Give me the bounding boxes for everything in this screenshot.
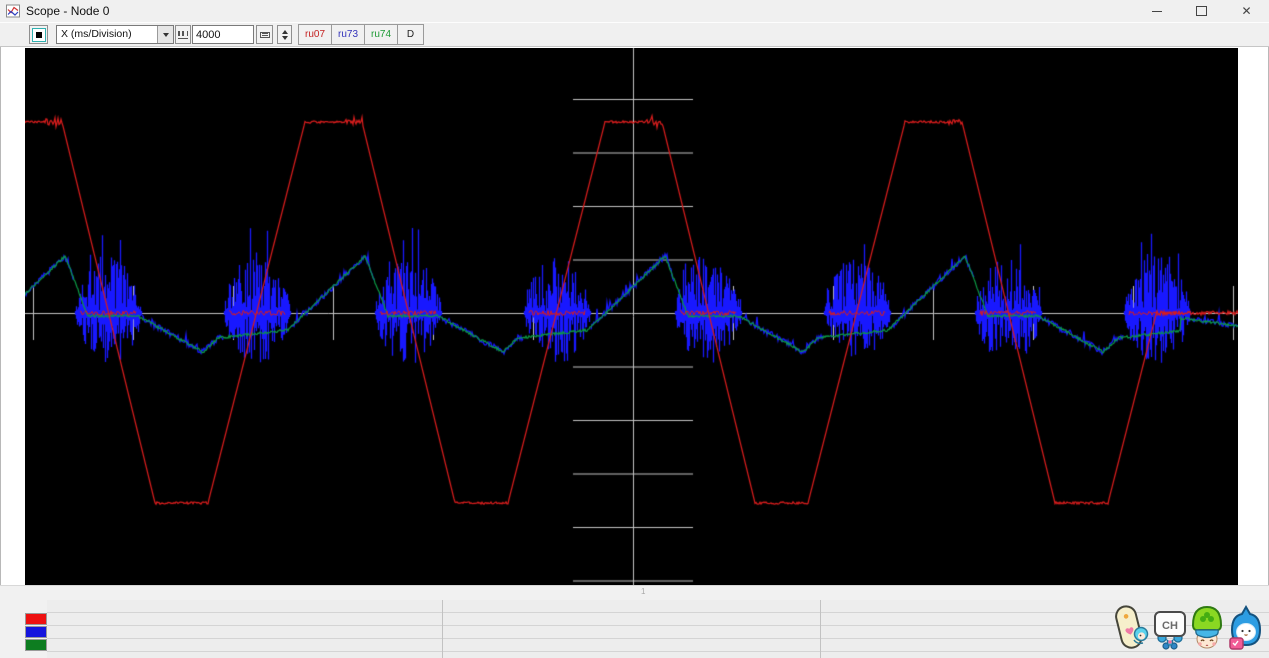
dropdown-arrow-button[interactable] <box>157 26 173 43</box>
sweep-tick-label: 1 <box>641 587 645 596</box>
minimize-icon <box>1152 11 1162 12</box>
x-division-dropdown[interactable]: X (ms/Division) <box>56 25 174 44</box>
sticker-surfboard-character[interactable] <box>1108 603 1150 653</box>
scope-footer-strip <box>0 585 1269 601</box>
x-division-dropdown-value: X (ms/Division) <box>57 26 157 43</box>
sticker-green-hat-character[interactable] <box>1189 603 1225 651</box>
stop-icon <box>32 28 46 42</box>
close-button[interactable]: ✕ <box>1224 0 1269 22</box>
sticker-ch-sign-character[interactable]: CH <box>1152 608 1188 652</box>
legend-column-2 <box>442 600 820 658</box>
maximize-button[interactable] <box>1179 0 1224 22</box>
channel-button-ru74[interactable]: ru74 <box>365 25 398 44</box>
scope-display[interactable] <box>25 48 1238 585</box>
sticker-sign-text: CH <box>1162 620 1178 632</box>
channel-legend-table <box>0 600 1269 658</box>
channel-button-group: ru07 ru73 ru74 D <box>298 24 424 45</box>
close-icon: ✕ <box>1241 5 1251 17</box>
channel-button-ru73[interactable]: ru73 <box>332 25 365 44</box>
title-bar: Scope - Node 0 ✕ <box>0 0 1269 22</box>
keypad-button[interactable] <box>256 25 273 44</box>
legend-swatch-column <box>25 600 47 658</box>
spinner-up-icon <box>282 30 288 34</box>
division-value-input[interactable] <box>192 25 254 44</box>
legend-swatch-green[interactable] <box>25 639 47 651</box>
legend-column-1 <box>47 600 442 658</box>
toolbar: X (ms/Division) ru07 ru73 ru74 D <box>0 22 1269 47</box>
chevron-down-icon <box>163 33 169 37</box>
legend-swatch-blue[interactable] <box>25 626 47 638</box>
stop-acquisition-button[interactable] <box>29 25 48 44</box>
spinner-down-icon <box>282 36 288 40</box>
app-icon <box>6 4 20 18</box>
scope-window: Scope - Node 0 ✕ X (ms/Division) ru07 ru <box>0 0 1269 658</box>
channel-button-ru07[interactable]: ru07 <box>299 25 332 44</box>
minimize-button[interactable] <box>1134 0 1179 22</box>
sticker-penguin-character[interactable] <box>1227 605 1265 653</box>
scale-button[interactable] <box>175 25 191 44</box>
window-title: Scope - Node 0 <box>26 4 109 18</box>
channel-button-d[interactable]: D <box>398 25 423 44</box>
legend-grid <box>47 600 1269 658</box>
value-spinner[interactable] <box>277 25 292 44</box>
keyboard-icon <box>260 32 270 38</box>
scale-icon <box>178 31 188 39</box>
maximize-icon <box>1196 6 1207 16</box>
legend-swatch-red[interactable] <box>25 613 47 625</box>
